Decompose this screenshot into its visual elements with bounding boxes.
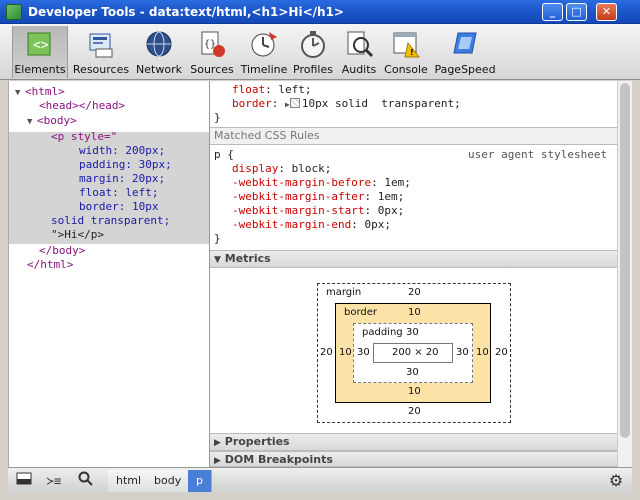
rule-selector[interactable]: p { [214,148,234,162]
expand-triangle-icon[interactable]: ▶ [214,438,221,448]
margin-label: margin [326,287,362,298]
expand-triangle-icon[interactable]: ▼ [27,115,37,129]
padding-bottom-value[interactable]: 30 [406,367,419,378]
sources-icon: {} [197,29,227,59]
styles-scrollbar[interactable] [617,81,632,467]
dom-node-html-close: </html> [27,258,74,271]
padding-label: padding [362,327,403,338]
minimize-button[interactable]: _ [542,3,563,21]
matched-css-rules-header: Matched CSS Rules [210,127,618,145]
tab-resources[interactable]: Resources [72,26,130,78]
console-icon: ! [391,29,421,59]
padding-left-value[interactable]: 30 [357,347,370,358]
expand-triangle-icon[interactable]: ▼ [15,86,25,100]
console-drawer-icon[interactable]: ≻≡ [42,471,66,491]
tab-console[interactable]: ! Console [384,26,428,78]
border-bottom-value[interactable]: 10 [408,386,421,397]
timeline-icon [249,29,279,59]
margin-left-value[interactable]: 20 [320,347,333,358]
dom-breakpoints-section-header[interactable]: ▶ DOM Breakpoints [210,451,618,467]
css-property[interactable]: -webkit-margin-start: 0px; [232,204,404,218]
padding-right-value[interactable]: 30 [456,347,469,358]
breadcrumb-body[interactable]: body [146,470,191,492]
tab-sources[interactable]: {} Sources [188,26,236,78]
css-property[interactable]: display: block; [232,162,331,176]
margin-right-value[interactable]: 20 [495,347,508,358]
window-frame-left [0,24,8,500]
tab-label: Resources [72,63,130,76]
css-property[interactable]: -webkit-margin-after: 1em; [232,190,404,204]
dom-node-body[interactable]: ▼ <body> [27,114,228,128]
title-bar: Developer Tools - data:text/html,<h1>Hi<… [0,0,640,24]
border-right-value[interactable]: 10 [476,347,489,358]
status-bar: ≻≡ html body p ⚙ [8,467,632,493]
tab-timeline[interactable]: Timeline [240,26,288,78]
inline-style-rule: float: left; [232,83,312,96]
inline-style-rule: border: ▶ 10px solid transparent; [232,97,461,110]
tab-pagespeed[interactable]: PageSpeed [434,26,496,78]
dom-node-html[interactable]: ▼ <html> [15,85,216,99]
collapse-triangle-icon[interactable]: ▼ [214,255,221,265]
svg-text:<>: <> [33,38,49,53]
margin-top-value[interactable]: 20 [408,287,421,298]
properties-section-header[interactable]: ▶ Properties [210,433,618,451]
tab-label: Elements [14,63,66,76]
tab-label: Sources [190,63,234,76]
tab-label: Audits [341,63,377,76]
tab-label: Profiles [293,63,333,76]
padding-top-value[interactable]: 30 [406,327,419,338]
margin-bottom-value[interactable]: 20 [408,406,421,417]
resources-icon [86,29,116,59]
border-left-value[interactable]: 10 [339,347,352,358]
window-frame-right [632,24,640,500]
maximize-button[interactable]: □ [566,3,587,21]
content-size-value[interactable]: 200 × 20 [392,347,439,358]
rule-close-brace: } [214,232,221,245]
tab-label: PageSpeed [434,63,496,76]
profiles-icon [298,29,328,59]
tab-profiles[interactable]: Profiles [292,26,334,78]
tab-network[interactable]: Network [134,26,184,78]
rule-close-brace: } [214,111,221,124]
css-property[interactable]: -webkit-margin-before: 1em; [232,176,411,190]
tab-label: Console [384,63,428,76]
search-icon[interactable] [74,471,98,491]
expand-triangle-icon[interactable]: ▶ [214,456,221,466]
tab-label: Network [136,63,182,76]
elements-icon: <> [25,29,55,59]
tab-audits[interactable]: Audits [338,26,380,78]
dom-tree-panel[interactable]: ▼ <html> <head></head> ▼ <body> <p style="… [8,81,210,467]
tab-label: Timeline [240,63,288,76]
css-property[interactable]: -webkit-margin-end: 0px; [232,218,391,232]
styles-sidebar[interactable]: float: left; border: ▶ 10px solid transpa… [209,81,618,467]
rule-origin: user agent stylesheet [468,148,608,161]
border-label: border [344,307,378,318]
border-top-value[interactable]: 10 [408,307,421,318]
gear-icon[interactable]: ⚙ [604,471,628,491]
scrollbar-thumb[interactable] [620,83,630,438]
metrics-section-header[interactable]: ▼ Metrics [210,250,618,268]
devtools-app-icon [6,4,22,20]
close-button[interactable]: ✕ [596,3,617,21]
breadcrumb-html[interactable]: html [108,470,151,492]
pagespeed-icon [450,29,480,59]
dock-toggle-icon[interactable] [12,471,36,491]
window-title: Developer Tools - data:text/html,<h1>Hi<… [28,5,344,19]
metrics-box-model: margin 20 20 20 20 border 10 10 10 10 pa… [210,275,618,437]
panel-toolbar: <> Elements Resources Network {} Sources… [0,24,640,80]
tab-elements[interactable]: <> Elements [12,26,68,78]
svg-text:!: ! [410,48,414,57]
network-icon [144,29,174,59]
breadcrumb-p[interactable]: p [188,470,212,492]
audits-icon [344,29,374,59]
color-swatch-icon[interactable] [289,98,300,108]
